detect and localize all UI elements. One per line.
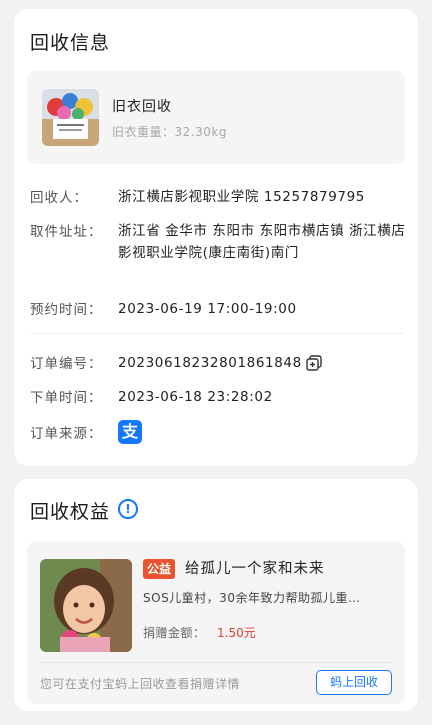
recycle-info-title: 回收信息 xyxy=(30,32,111,54)
order-time-label: 下单时间： xyxy=(30,390,103,406)
alipay-icon: 支 xyxy=(118,420,142,444)
benefit-panel[interactable]: 公益 给孤儿一个家和未来 SOS儿童村，30余年致力帮助孤儿重… 捐赠金额： 1… xyxy=(27,541,405,704)
benefit-title: 给孤儿一个家和未来 xyxy=(185,561,325,577)
recycle-info-card: 回收信息 旧衣回收 旧衣重量：32.30kg 回收人： 浙江横店影视职业学院 1… xyxy=(14,9,418,466)
recycler-label: 回收人： xyxy=(30,190,88,206)
info-divider xyxy=(30,333,404,334)
donation-amount-label: 捐赠金额： xyxy=(143,626,206,640)
recycle-rights-card: 回收权益 ! 公益 给孤儿一个家和未来 SOS儿童村，30余年致力帮助孤儿重… … xyxy=(14,479,418,711)
order-source-label: 订单来源： xyxy=(30,426,103,442)
item-name: 旧衣回收 xyxy=(112,99,172,115)
order-number-value: 20230618232801861848 xyxy=(118,355,302,371)
pickup-address-value: 浙江省 金华市 东阳市 东阳市横店镇 浙江横店影视职业学院(康庄南街)南门 xyxy=(118,223,406,261)
benefit-photo xyxy=(40,559,132,652)
charity-badge: 公益 xyxy=(143,559,176,579)
copy-icon[interactable] xyxy=(306,355,322,371)
order-time-value: 2023-06-18 23:28:02 xyxy=(118,389,273,405)
appointment-time-value: 2023-06-19 17:00-19:00 xyxy=(118,301,297,317)
benefit-footer-text: 您可在支付宝蚂上回收查看捐赠详情 xyxy=(40,677,241,691)
recycle-rights-title: 回收权益 xyxy=(30,501,111,523)
pickup-address-label: 取件址址： xyxy=(30,224,103,240)
mayi-recycle-button[interactable]: 蚂上回收 xyxy=(316,670,392,695)
benefit-divider xyxy=(40,662,392,663)
recycler-value: 浙江横店影视职业学院 15257879795 xyxy=(118,189,365,205)
donation-amount-value: 1.50元 xyxy=(217,626,256,640)
item-weight: 旧衣重量：32.30kg xyxy=(112,123,227,140)
item-thumbnail xyxy=(42,89,99,146)
recycle-item[interactable]: 旧衣回收 旧衣重量：32.30kg xyxy=(27,71,405,164)
info-icon[interactable]: ! xyxy=(118,499,138,519)
appointment-time-label: 预约时间： xyxy=(30,302,103,318)
item-weight-value: 32.30kg xyxy=(174,125,227,139)
benefit-description: SOS儿童村，30余年致力帮助孤儿重… xyxy=(143,591,361,605)
item-weight-label: 旧衣重量： xyxy=(112,125,175,139)
order-number-label: 订单编号： xyxy=(30,356,103,372)
